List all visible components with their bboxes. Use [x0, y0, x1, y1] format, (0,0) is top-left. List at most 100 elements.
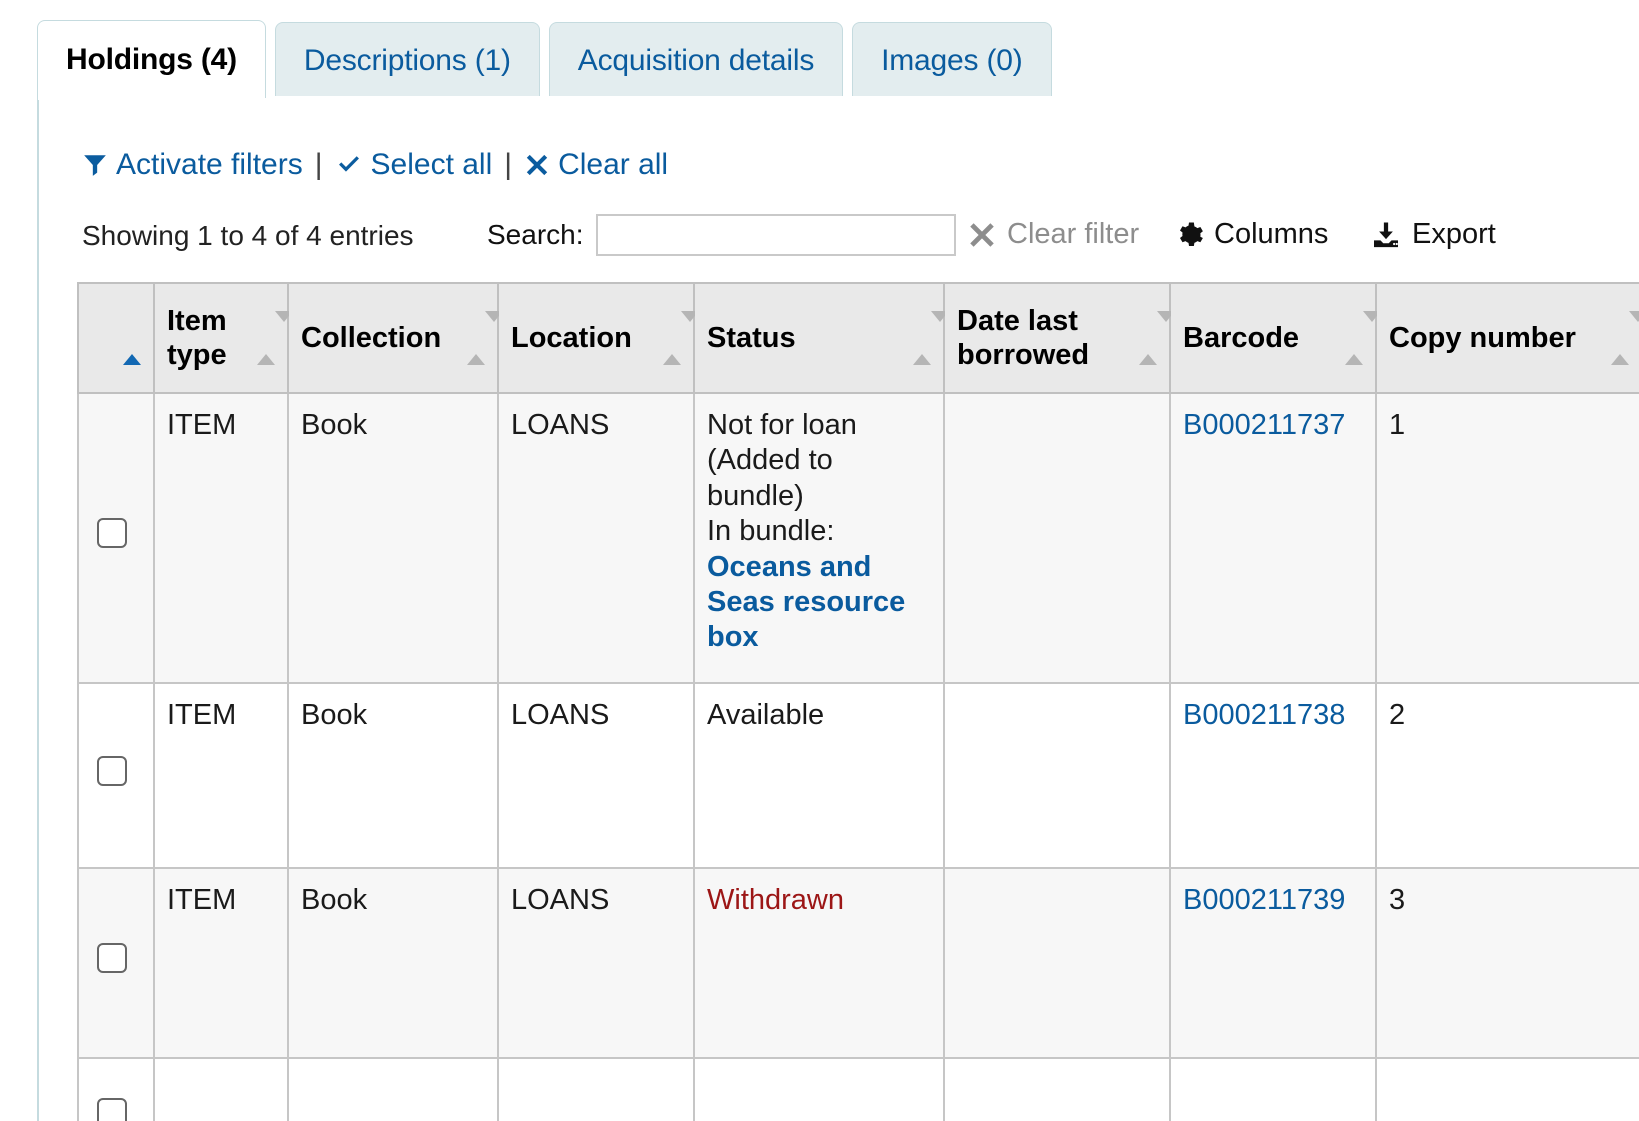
th-barcode[interactable]: Barcode [1170, 283, 1376, 393]
cell-collection-value: Book [301, 699, 367, 731]
tab-images-0[interactable]: Images (0) [852, 22, 1051, 98]
cell-date-last-borrowed [944, 868, 1170, 1058]
activate-filters-link[interactable]: Activate filters [82, 148, 303, 182]
sort-icon[interactable] [1139, 322, 1157, 355]
copy-number-value: 3 [1389, 884, 1405, 916]
cell-collection [288, 1058, 498, 1121]
cell-item-type [154, 1058, 288, 1121]
filter-icon [82, 152, 108, 178]
sort-icon[interactable] [913, 322, 931, 355]
table-header-row: Item type Collection Location Status Date la… [78, 283, 1639, 393]
row-checkbox[interactable] [97, 943, 127, 973]
status-text: In bundle: [707, 514, 931, 549]
cell-barcode: B000211739 [1170, 868, 1376, 1058]
sort-icon[interactable] [467, 322, 485, 355]
cell-barcode [1170, 1058, 1376, 1121]
cell-location: LOANS [498, 868, 694, 1058]
row-checkbox[interactable] [97, 756, 127, 786]
status-text: Available [707, 698, 931, 733]
barcode-link[interactable]: B000211739 [1183, 884, 1345, 916]
th-copy-number[interactable]: Copy number [1376, 283, 1639, 393]
row-checkbox[interactable] [97, 1098, 127, 1121]
table-body: ITEMBookLOANSNot for loan (Added to bund… [78, 393, 1639, 1121]
holdings-table: Item type Collection Location Status Date la… [77, 282, 1639, 1121]
th-status[interactable]: Status [694, 283, 944, 393]
row-checkbox[interactable] [97, 518, 127, 548]
row-select-cell [78, 393, 154, 683]
cell-status: Not for loan (Added to bundle)In bundle:… [694, 393, 944, 683]
tab-bar: Holdings (4) Descriptions (1) Acquisition … [0, 0, 1639, 98]
holdings-table-container: Item type Collection Location Status Date la… [77, 282, 1639, 1121]
columns-button[interactable]: Columns [1174, 218, 1328, 251]
barcode-link[interactable]: B000211737 [1183, 409, 1345, 441]
copy-number-value: 1 [1389, 409, 1405, 441]
th-label: Barcode [1183, 321, 1299, 355]
activate-filters-label: Activate filters [116, 148, 303, 182]
row-select-cell [78, 868, 154, 1058]
cell-item-type-value: ITEM [167, 409, 236, 441]
th-select[interactable] [78, 283, 154, 393]
cell-collection: Book [288, 683, 498, 868]
th-date-last-borrowed[interactable]: Date last borrowed [944, 283, 1170, 393]
sort-ascending-icon[interactable] [123, 322, 141, 355]
th-item-type[interactable]: Item type [154, 283, 288, 393]
table-row: ITEM Book LOANS Available B000211738 2 [78, 683, 1639, 868]
tab-label: Descriptions (1) [304, 44, 511, 78]
sort-icon[interactable] [257, 322, 275, 355]
tab-descriptions-1[interactable]: Descriptions (1) [275, 22, 540, 98]
cell-barcode: B000211738 [1170, 683, 1376, 868]
times-icon [524, 152, 550, 178]
status-text: Withdrawn [707, 883, 931, 918]
cell-collection: Book [288, 868, 498, 1058]
filter-separator-2: | [504, 148, 512, 182]
th-label: Location [511, 321, 632, 355]
cell-location [498, 1058, 694, 1121]
cell-location: LOANS [498, 393, 694, 683]
cell-item-type: ITEM [154, 683, 288, 868]
cell-copy-number: 3 [1376, 868, 1639, 1058]
bundle-link[interactable]: Oceans and Seas resource box [707, 551, 905, 654]
clear-all-link[interactable]: Clear all [524, 148, 668, 182]
cell-location: LOANS [498, 683, 694, 868]
filter-actions: Activate filters | Select all | Clear [82, 148, 668, 182]
download-icon [1370, 220, 1402, 250]
th-location[interactable]: Location [498, 283, 694, 393]
copy-number-value: 2 [1389, 699, 1405, 731]
cell-status [694, 1058, 944, 1121]
cell-copy-number [1376, 1058, 1639, 1121]
tab-list: Holdings (4) Descriptions (1) Acquisition … [37, 0, 1061, 98]
cell-copy-number: 2 [1376, 683, 1639, 868]
tab-acquisition-details[interactable]: Acquisition details [549, 22, 843, 98]
export-button[interactable]: Export [1370, 218, 1496, 251]
columns-label: Columns [1214, 218, 1328, 251]
cell-date-last-borrowed [944, 1058, 1170, 1121]
status-text: Not for loan (Added to bundle) [707, 408, 931, 514]
clear-filter-button[interactable]: Clear filter [967, 218, 1139, 251]
th-label: Status [707, 321, 796, 355]
gear-icon [1174, 220, 1204, 250]
barcode-link[interactable]: B000211738 [1183, 699, 1345, 731]
th-label: Date last borrowed [957, 304, 1131, 372]
export-label: Export [1412, 218, 1496, 251]
tab-label: Acquisition details [578, 44, 814, 78]
holdings-panel: Activate filters | Select all | Clear [37, 96, 1639, 1121]
cell-collection-value: Book [301, 884, 367, 916]
check-icon [335, 152, 363, 178]
cell-item-type-value: ITEM [167, 699, 236, 731]
th-collection[interactable]: Collection [288, 283, 498, 393]
cell-copy-number: 1 [1376, 393, 1639, 683]
search-input[interactable] [596, 214, 956, 256]
tab-label: Images (0) [881, 44, 1022, 78]
sort-icon[interactable] [1611, 322, 1629, 355]
sort-icon[interactable] [663, 322, 681, 355]
cell-status: Available [694, 683, 944, 868]
tab-label: Holdings (4) [66, 43, 237, 77]
th-label: Collection [301, 321, 441, 355]
row-select-cell [78, 683, 154, 868]
select-all-link[interactable]: Select all [335, 148, 493, 182]
sort-icon[interactable] [1345, 322, 1363, 355]
select-all-label: Select all [371, 148, 493, 182]
times-icon [967, 220, 997, 250]
cell-item-type-value: ITEM [167, 884, 236, 916]
tab-holdings-4[interactable]: Holdings (4) [37, 20, 266, 98]
